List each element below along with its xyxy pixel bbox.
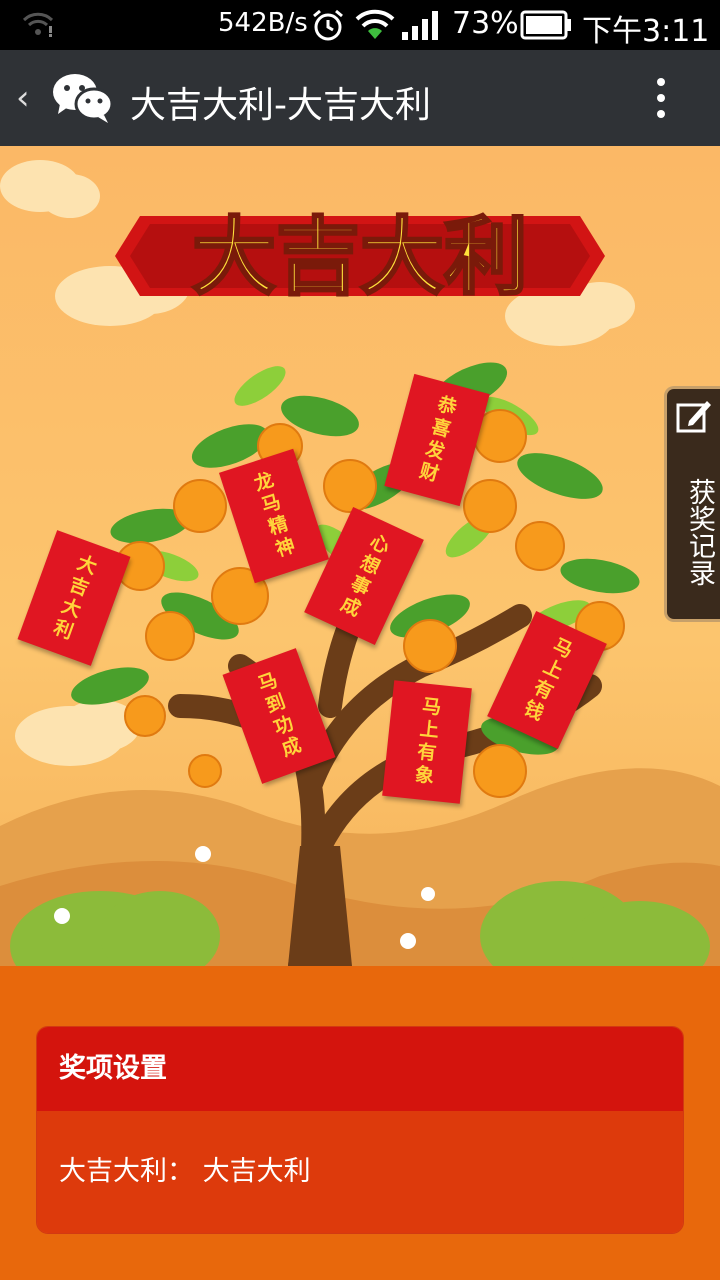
panel-heading: 奖项设置	[37, 1027, 683, 1111]
banner-headline: 大吉大利	[192, 208, 528, 306]
prize-record-label: 获奖记录	[684, 478, 715, 586]
prize-settings-panel: 奖项设置 大吉大利： 大吉大利	[36, 1026, 684, 1234]
wifi-icon	[355, 9, 395, 39]
more-icon[interactable]	[646, 74, 676, 122]
alarm-icon	[313, 9, 343, 41]
hongbao-card[interactable]: 马上有象	[382, 680, 472, 804]
prize-item: 大吉大利： 大吉大利	[37, 1111, 683, 1233]
status-bar: 542B/s 73% 下午3:11	[0, 0, 720, 50]
title-bar: ‹ 大吉大利-大吉大利	[0, 50, 720, 146]
battery-percent: 73%	[452, 6, 519, 41]
page-title: 大吉大利-大吉大利	[130, 85, 431, 126]
clock: 下午3:11	[582, 14, 710, 49]
net-speed: 542B/s	[218, 8, 308, 38]
prize-record-tab[interactable]: 获奖记录	[664, 386, 720, 622]
wifi-alert-icon	[22, 12, 54, 37]
signal-icon	[402, 11, 438, 40]
edit-icon	[676, 401, 711, 433]
back-icon[interactable]: ‹	[16, 78, 30, 118]
banner: 大吉大利 大吉大利 龙马精神 恭喜发财 心想事成 马到功成 马上有象 马上有钱	[0, 146, 720, 966]
wechat-icon	[53, 74, 114, 123]
battery-icon	[520, 10, 571, 40]
